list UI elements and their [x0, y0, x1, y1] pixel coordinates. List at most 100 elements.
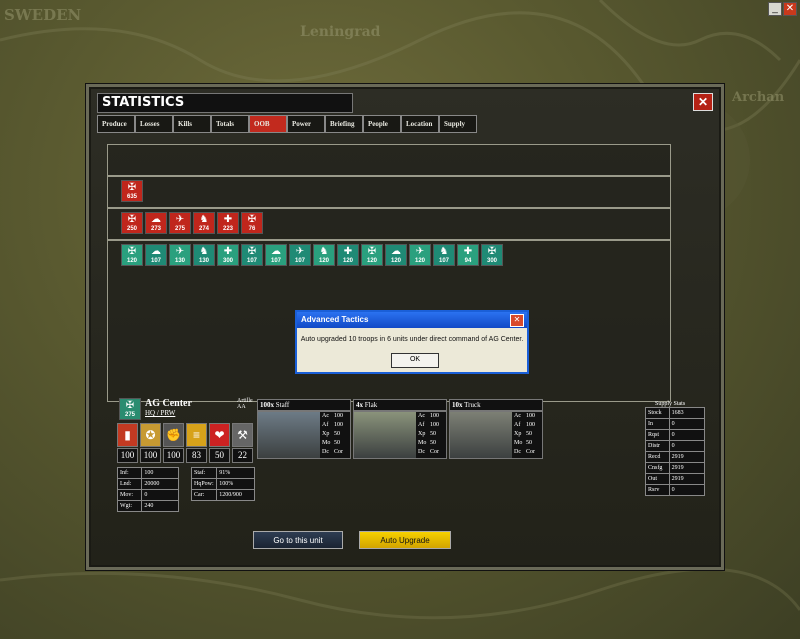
detail-value: 240	[141, 500, 179, 512]
detail-label: Staf:	[190, 467, 218, 479]
unit-counter[interactable]: ✠ 250	[121, 212, 143, 234]
unit-counter[interactable]: ☁ 107	[265, 244, 287, 266]
unit-symbol-icon: ✠	[127, 246, 137, 257]
unit-counter[interactable]: ♞ 107	[433, 244, 455, 266]
detail-row: Rsrv 0	[645, 484, 706, 496]
troop-stat-label: Dc	[322, 449, 329, 455]
unit-stat-value: 100	[140, 448, 161, 463]
tab-briefing[interactable]: Briefing	[325, 115, 363, 133]
unit-counter[interactable]: ♞ 274	[193, 212, 215, 234]
troop-image	[258, 412, 320, 458]
unit-stat: ≡ 83	[186, 423, 207, 463]
advanced-tactics-popup: Advanced Tactics ✕ Auto upgraded 10 troo…	[295, 310, 529, 374]
troop-card[interactable]: 100x Staff Ac 100 Af 100 Xp 50 Mo 50 Dc Cor	[257, 399, 351, 459]
unit-counter[interactable]: ✈ 107	[289, 244, 311, 266]
fist-icon: ✊	[163, 423, 184, 447]
tab-totals[interactable]: Totals	[211, 115, 249, 133]
unit-stat-value: 83	[186, 448, 207, 463]
unit-counter[interactable]: ✠ 300	[481, 244, 503, 266]
detail-row: Car: 1200/900	[190, 489, 255, 501]
unit-counter-value: 120	[318, 258, 329, 264]
unit-counter[interactable]: ✠ 120	[361, 244, 383, 266]
troop-count: 4x	[356, 401, 363, 409]
detail-label: Lnd:	[116, 478, 143, 490]
troop-header: 10x Truck	[449, 399, 543, 411]
unit-symbol-icon: ✚	[223, 214, 233, 225]
detail-value: 1683	[668, 407, 706, 419]
unit-counter-value: 120	[342, 258, 353, 264]
detail-label: Rsrv	[645, 484, 670, 496]
supply-stats-table: Stock 1683 In 0 Rqst 0 Distr 0 Recd 2919 Cnsfg 2919…	[645, 407, 706, 496]
troop-card[interactable]: 10x Truck Ac 100 Af 100 Xp 50 Mo 50 Dc Cor	[449, 399, 543, 459]
tab-supply[interactable]: Supply	[439, 115, 477, 133]
tab-produce[interactable]: Produce	[97, 115, 135, 133]
unit-counter[interactable]: ☁ 273	[145, 212, 167, 234]
unit-counter-icon[interactable]: ✠ 275	[119, 398, 141, 420]
window-close-button[interactable]: ✕	[783, 2, 797, 16]
tab-kills[interactable]: Kills	[173, 115, 211, 133]
unit-symbol-icon: ✠	[487, 246, 497, 257]
unit-counter[interactable]: ✠ 120	[121, 244, 143, 266]
oob-unit-group: ✠ 120 ☁ 107 ✈ 130 ♞ 130 ✚ 300 ✠ 107 ☁ 107 ✈ 107 ♞ 120 ✚ 120…	[121, 244, 505, 266]
troop-card[interactable]: 4x Flak Ac 100 Af 100 Xp 50 Mo 50 Dc Cor	[353, 399, 447, 459]
dialog-close-button[interactable]: ✕	[693, 93, 713, 111]
detail-row: Cnsfg 2919	[645, 462, 706, 474]
detail-row: Distr 0	[645, 440, 706, 452]
detail-row: Staf: 91%	[190, 467, 255, 479]
unit-symbol-icon: ✠	[247, 214, 257, 225]
unit-counter[interactable]: ♞ 130	[193, 244, 215, 266]
unit-symbol-icon: ♞	[199, 214, 209, 225]
popup-ok-button[interactable]: OK	[391, 353, 439, 368]
unit-counter-value: 130	[174, 258, 185, 264]
unit-counter[interactable]: ✚ 120	[337, 244, 359, 266]
unit-stat: ❤ 50	[209, 423, 230, 463]
unit-counter[interactable]: ☁ 120	[385, 244, 407, 266]
troop-image	[354, 412, 416, 458]
unit-counter[interactable]: ✈ 120	[409, 244, 431, 266]
unit-symbol-icon: ✚	[463, 246, 473, 257]
unit-counter-value: 275	[174, 226, 185, 232]
troop-stat-label: Xp	[322, 431, 330, 437]
unit-counter[interactable]: ✚ 94	[457, 244, 479, 266]
unit-counter[interactable]: ✚ 300	[217, 244, 239, 266]
detail-row: Stock 1683	[645, 407, 706, 419]
detail-label: Recd	[645, 451, 670, 463]
detail-label: In	[645, 418, 670, 430]
unit-counter[interactable]: ✠ 635	[121, 180, 143, 202]
unit-counter[interactable]: ☁ 107	[145, 244, 167, 266]
unit-counter-value: 300	[222, 258, 233, 264]
tab-location[interactable]: Location	[401, 115, 439, 133]
unit-counter[interactable]: ✠ 107	[241, 244, 263, 266]
unit-counter[interactable]: ✚ 223	[217, 212, 239, 234]
unit-counter-value: 107	[150, 258, 161, 264]
detail-value: 2919	[668, 462, 706, 474]
tab-people[interactable]: People	[363, 115, 401, 133]
tab-losses[interactable]: Losses	[135, 115, 173, 133]
unit-stat: ✊ 100	[163, 423, 184, 463]
unit-stat-value: 100	[163, 448, 184, 463]
troop-stat-label: Mo	[322, 440, 331, 446]
unit-counter[interactable]: ♞ 120	[313, 244, 335, 266]
ammo-icon: ▮	[117, 423, 138, 447]
window-minimize-button[interactable]: _	[768, 2, 782, 16]
popup-message: Auto upgraded 10 troops in 6 units under…	[300, 336, 524, 343]
unit-details-right: Staf: 91% HqPow: 100% Car: 1200/900	[190, 467, 255, 501]
popup-close-icon[interactable]: ✕	[510, 314, 524, 327]
unit-counter[interactable]: ✠ 76	[241, 212, 263, 234]
detail-value: 0	[668, 418, 706, 430]
map-label-sweden: SWEDEN	[4, 6, 82, 24]
unit-symbol-icon: ✠	[127, 214, 137, 225]
unit-counter[interactable]: ✈ 130	[169, 244, 191, 266]
troop-stat-value: 50	[430, 440, 436, 446]
detail-value: 2919	[668, 473, 706, 485]
go-to-unit-button[interactable]: Go to this unit	[253, 531, 343, 549]
auto-upgrade-button[interactable]: Auto Upgrade	[359, 531, 451, 549]
tab-power[interactable]: Power	[287, 115, 325, 133]
detail-row: In 0	[645, 418, 706, 430]
troop-stat-label: Mo	[418, 440, 427, 446]
troop-stat-label: Xp	[418, 431, 426, 437]
detail-row: Inf: 100	[116, 467, 179, 479]
unit-counter[interactable]: ✈ 275	[169, 212, 191, 234]
unit-symbol-icon: ✚	[343, 246, 353, 257]
tab-oob[interactable]: OOB	[249, 115, 287, 133]
